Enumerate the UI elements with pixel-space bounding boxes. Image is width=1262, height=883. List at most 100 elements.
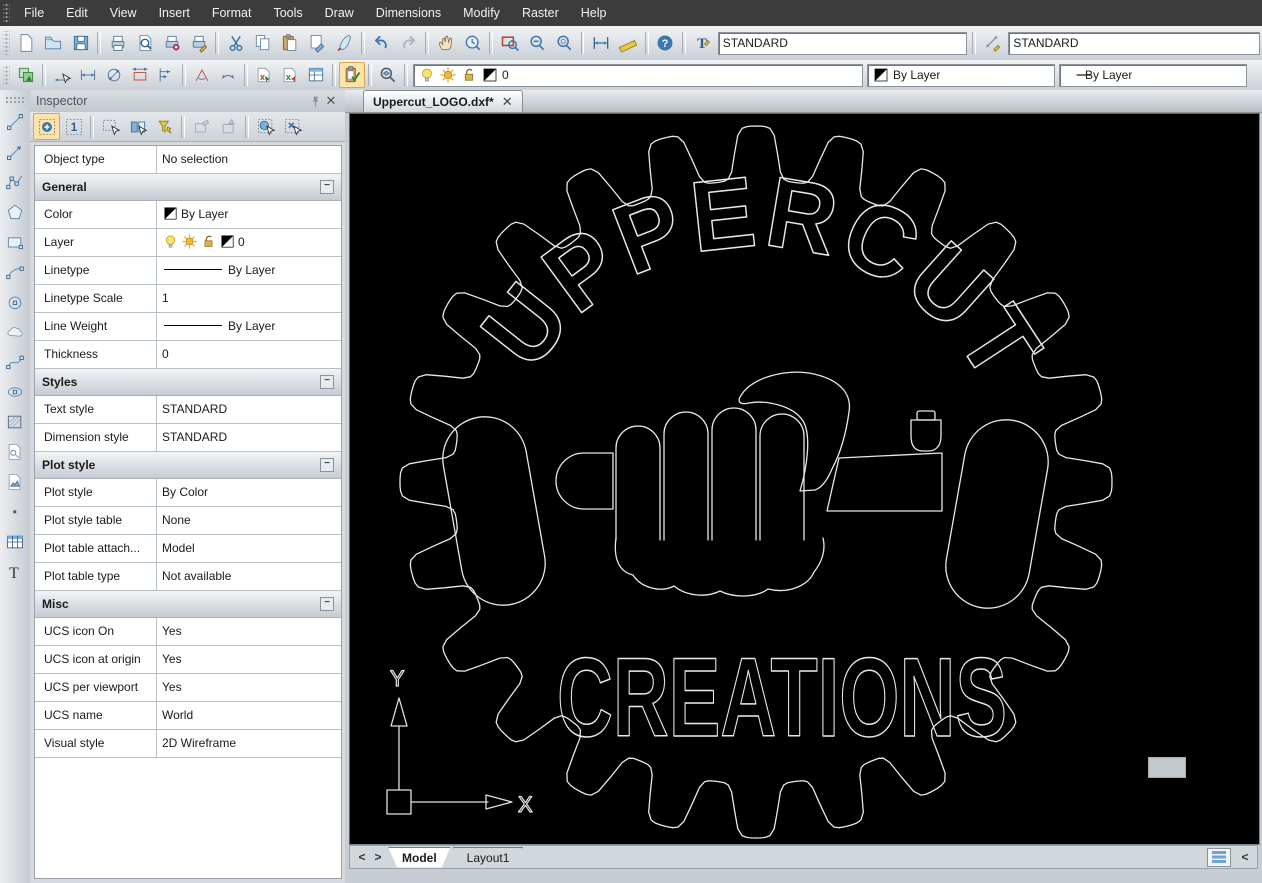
document-tab[interactable]: Uppercut_LOGO.dxf* ✕ [363,90,523,112]
dim-angle-icon[interactable] [189,62,215,88]
menu-item-dimensions[interactable]: Dimensions [365,0,452,26]
menu-item-insert[interactable]: Insert [148,0,201,26]
ellipse-icon[interactable] [2,379,28,405]
rectangle-icon[interactable] [2,229,28,255]
section-collapse-icon[interactable]: − [320,375,334,389]
layers-explorer-icon[interactable] [375,62,401,88]
paste-edit-icon[interactable] [304,29,331,57]
point-icon[interactable] [2,499,28,525]
select-invert-icon[interactable] [124,113,151,140]
spline-icon[interactable] [2,349,28,375]
sheet-prev-icon[interactable]: < [354,850,370,864]
match-properties-icon[interactable] [339,62,365,88]
select-dimension-icon[interactable] [49,62,75,88]
cloud-icon[interactable] [2,319,28,345]
zoom-previous-icon[interactable] [523,29,550,57]
menu-item-edit[interactable]: Edit [55,0,99,26]
property-value[interactable]: None [157,507,341,534]
quill-edit-icon[interactable] [331,29,358,57]
property-value[interactable]: Yes [157,646,341,673]
zoom-realtime-icon[interactable] [459,29,486,57]
polygon-icon[interactable] [2,199,28,225]
property-value[interactable]: No selection [157,146,341,173]
panel-collapse-icon[interactable]: < [1237,850,1253,864]
close-icon[interactable]: ✕ [323,93,339,109]
menu-item-view[interactable]: View [99,0,148,26]
copy-entities-icon[interactable] [13,62,39,88]
document-close-icon[interactable]: ✕ [502,94,513,110]
section-collapse-icon[interactable]: − [320,597,334,611]
table-icon[interactable] [2,529,28,555]
ray-icon[interactable] [2,139,28,165]
property-value[interactable]: By Color [157,479,341,506]
select-window-icon[interactable] [97,113,124,140]
menu-item-draw[interactable]: Draw [314,0,365,26]
apply-properties-icon[interactable] [215,113,242,140]
linetype-combo[interactable]: By Layer [1059,64,1247,87]
dim-style-combo[interactable]: STANDARD [1008,32,1260,55]
menu-item-modify[interactable]: Modify [452,0,511,26]
zoom-extents-icon[interactable] [550,29,577,57]
sheet-tab-layout1[interactable]: Layout1 [453,847,524,868]
property-value[interactable]: Yes [157,674,341,701]
menu-item-format[interactable]: Format [201,0,263,26]
pin-icon[interactable] [307,93,323,109]
section-collapse-icon[interactable]: − [320,458,334,472]
print-setup-icon[interactable] [158,29,185,57]
property-value[interactable]: Yes [157,618,341,645]
block-insert-icon[interactable] [2,439,28,465]
layer-combo[interactable]: 0 [413,64,863,87]
menu-item-raster[interactable]: Raster [511,0,570,26]
print-icon[interactable] [104,29,131,57]
dim-arc-icon[interactable] [215,62,241,88]
block-export-icon[interactable]: x [251,62,277,88]
open-folder-icon[interactable] [40,29,67,57]
polyline-icon[interactable] [2,169,28,195]
help-icon[interactable]: ? [652,29,679,57]
menu-item-help[interactable]: Help [570,0,618,26]
selection-filter-icon[interactable] [151,113,178,140]
text-icon[interactable]: T [2,559,28,585]
sheet-list-icon[interactable] [1207,848,1231,867]
dim-style-icon[interactable] [979,29,1006,57]
scrollbar-stub[interactable] [1148,757,1186,778]
property-value[interactable]: 2D Wireframe [157,730,341,757]
property-value[interactable]: 0 [157,341,341,368]
line-icon[interactable] [2,109,28,135]
sheet-tab-model[interactable]: Model [388,847,451,868]
dim-baseline-icon[interactable] [153,62,179,88]
hatch-icon[interactable] [2,409,28,435]
pan-hand-icon[interactable] [432,29,459,57]
selection-count-icon[interactable]: 1 [60,113,87,140]
arc-icon[interactable] [2,259,28,285]
menu-item-file[interactable]: File [13,0,55,26]
property-value[interactable]: By Layer [157,201,341,228]
section-collapse-icon[interactable]: − [320,180,334,194]
save-icon[interactable] [67,29,94,57]
menu-item-tools[interactable]: Tools [262,0,313,26]
copy-properties-icon[interactable] [188,113,215,140]
dim-linear-icon[interactable] [75,62,101,88]
paste-icon[interactable] [277,29,304,57]
copy-icon[interactable] [250,29,277,57]
model-canvas[interactable]: UPPERCUT CREATIONS [349,113,1260,845]
attributes-sheet-icon[interactable] [303,62,329,88]
property-value[interactable]: Not available [157,563,341,590]
image-insert-icon[interactable] [2,469,28,495]
zoom-to-selection-icon[interactable] [252,113,279,140]
property-value[interactable]: By Layer [157,313,341,340]
redo-icon[interactable] [395,29,422,57]
property-value[interactable]: STANDARD [157,396,341,423]
property-value[interactable]: 1 [157,285,341,312]
zoom-window-icon[interactable] [496,29,523,57]
print-preview-icon[interactable] [131,29,158,57]
clear-selection-icon[interactable] [279,113,306,140]
property-value[interactable]: By Layer [157,257,341,284]
measure-distance-icon[interactable] [587,29,614,57]
property-value[interactable]: 0 [157,229,341,256]
print-export-icon[interactable] [185,29,212,57]
new-file-icon[interactable] [13,29,40,57]
property-value[interactable]: World [157,702,341,729]
sheet-next-icon[interactable]: > [370,850,386,864]
property-value[interactable]: STANDARD [157,424,341,451]
